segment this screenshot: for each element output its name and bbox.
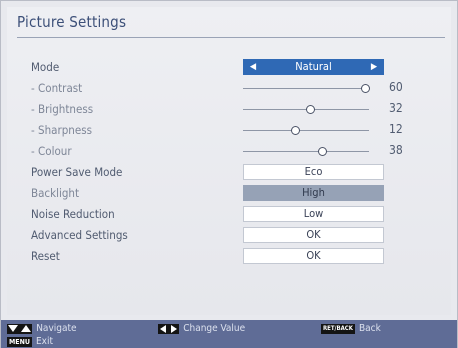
reset-row[interactable]: Reset OK: [31, 248, 411, 266]
title-divider: [17, 37, 445, 38]
back-text: Back: [358, 323, 381, 334]
left-right-keys-icon: [158, 323, 180, 334]
navigate-hint: Navigate: [7, 323, 77, 334]
up-down-keys-icon: [7, 323, 33, 334]
colour-value: 38: [389, 143, 403, 157]
backlight-label: Backlight: [31, 186, 80, 200]
picture-settings-screen: Picture Settings Mode ◀ Natural ▶ - Cont…: [0, 0, 458, 348]
exit-text: Exit: [35, 336, 53, 347]
sharpness-row[interactable]: - Sharpness 12: [31, 122, 411, 140]
menu-key-icon: MENU: [7, 336, 32, 347]
colour-row[interactable]: - Colour 38: [31, 143, 411, 161]
reset-button[interactable]: OK: [243, 248, 384, 264]
exit-hint: MENU Exit: [7, 336, 53, 347]
power-save-mode-row[interactable]: Power Save Mode Eco: [31, 164, 411, 182]
arrow-left-icon[interactable]: ◀: [246, 59, 260, 75]
contrast-value: 60: [389, 80, 403, 94]
noise-reduction-label: Noise Reduction: [31, 207, 115, 221]
ret-back-key-icon: RET/BACK: [321, 323, 355, 334]
advanced-settings-button[interactable]: OK: [243, 227, 384, 243]
backlight-value[interactable]: High: [243, 185, 384, 201]
sharpness-slider[interactable]: [243, 126, 369, 135]
sharpness-value: 12: [389, 122, 403, 136]
contrast-label: - Contrast: [31, 81, 83, 95]
noise-reduction-row[interactable]: Noise Reduction Low: [31, 206, 411, 224]
colour-label: - Colour: [31, 144, 72, 158]
mode-value: Natural: [295, 60, 332, 73]
sharpness-slider-knob[interactable]: [290, 126, 300, 135]
contrast-row[interactable]: - Contrast 60: [31, 80, 411, 98]
colour-slider-knob[interactable]: [318, 147, 328, 156]
advanced-settings-row[interactable]: Advanced Settings OK: [31, 227, 411, 245]
sharpness-label: - Sharpness: [31, 123, 93, 137]
change-value-text: Change Value: [183, 323, 246, 334]
brightness-slider-knob[interactable]: [305, 105, 315, 114]
brightness-slider[interactable]: [243, 105, 369, 114]
mode-row[interactable]: Mode ◀ Natural ▶: [31, 59, 411, 77]
reset-label: Reset: [31, 249, 60, 263]
mode-label: Mode: [31, 60, 60, 74]
back-hint: RET/BACK Back: [321, 323, 381, 334]
brightness-label: - Brightness: [31, 102, 94, 116]
power-save-mode-label: Power Save Mode: [31, 165, 123, 179]
help-bar: Navigate Change Value RET/BACK Back MENU…: [1, 320, 457, 348]
contrast-slider[interactable]: [243, 84, 371, 93]
change-value-hint: Change Value: [158, 323, 245, 334]
navigate-text: Navigate: [36, 323, 77, 334]
noise-reduction-value[interactable]: Low: [243, 206, 384, 222]
contrast-slider-knob[interactable]: [361, 84, 371, 93]
colour-slider[interactable]: [243, 147, 369, 156]
power-save-mode-value[interactable]: Eco: [243, 164, 384, 180]
settings-panel: Picture Settings Mode ◀ Natural ▶ - Cont…: [7, 7, 451, 315]
mode-selector[interactable]: ◀ Natural ▶: [243, 59, 384, 75]
page-title: Picture Settings: [17, 13, 127, 31]
brightness-row[interactable]: - Brightness 32: [31, 101, 411, 119]
advanced-settings-label: Advanced Settings: [31, 228, 128, 242]
arrow-right-icon[interactable]: ▶: [367, 59, 381, 75]
backlight-row[interactable]: Backlight High: [31, 185, 411, 203]
brightness-value: 32: [389, 101, 403, 115]
